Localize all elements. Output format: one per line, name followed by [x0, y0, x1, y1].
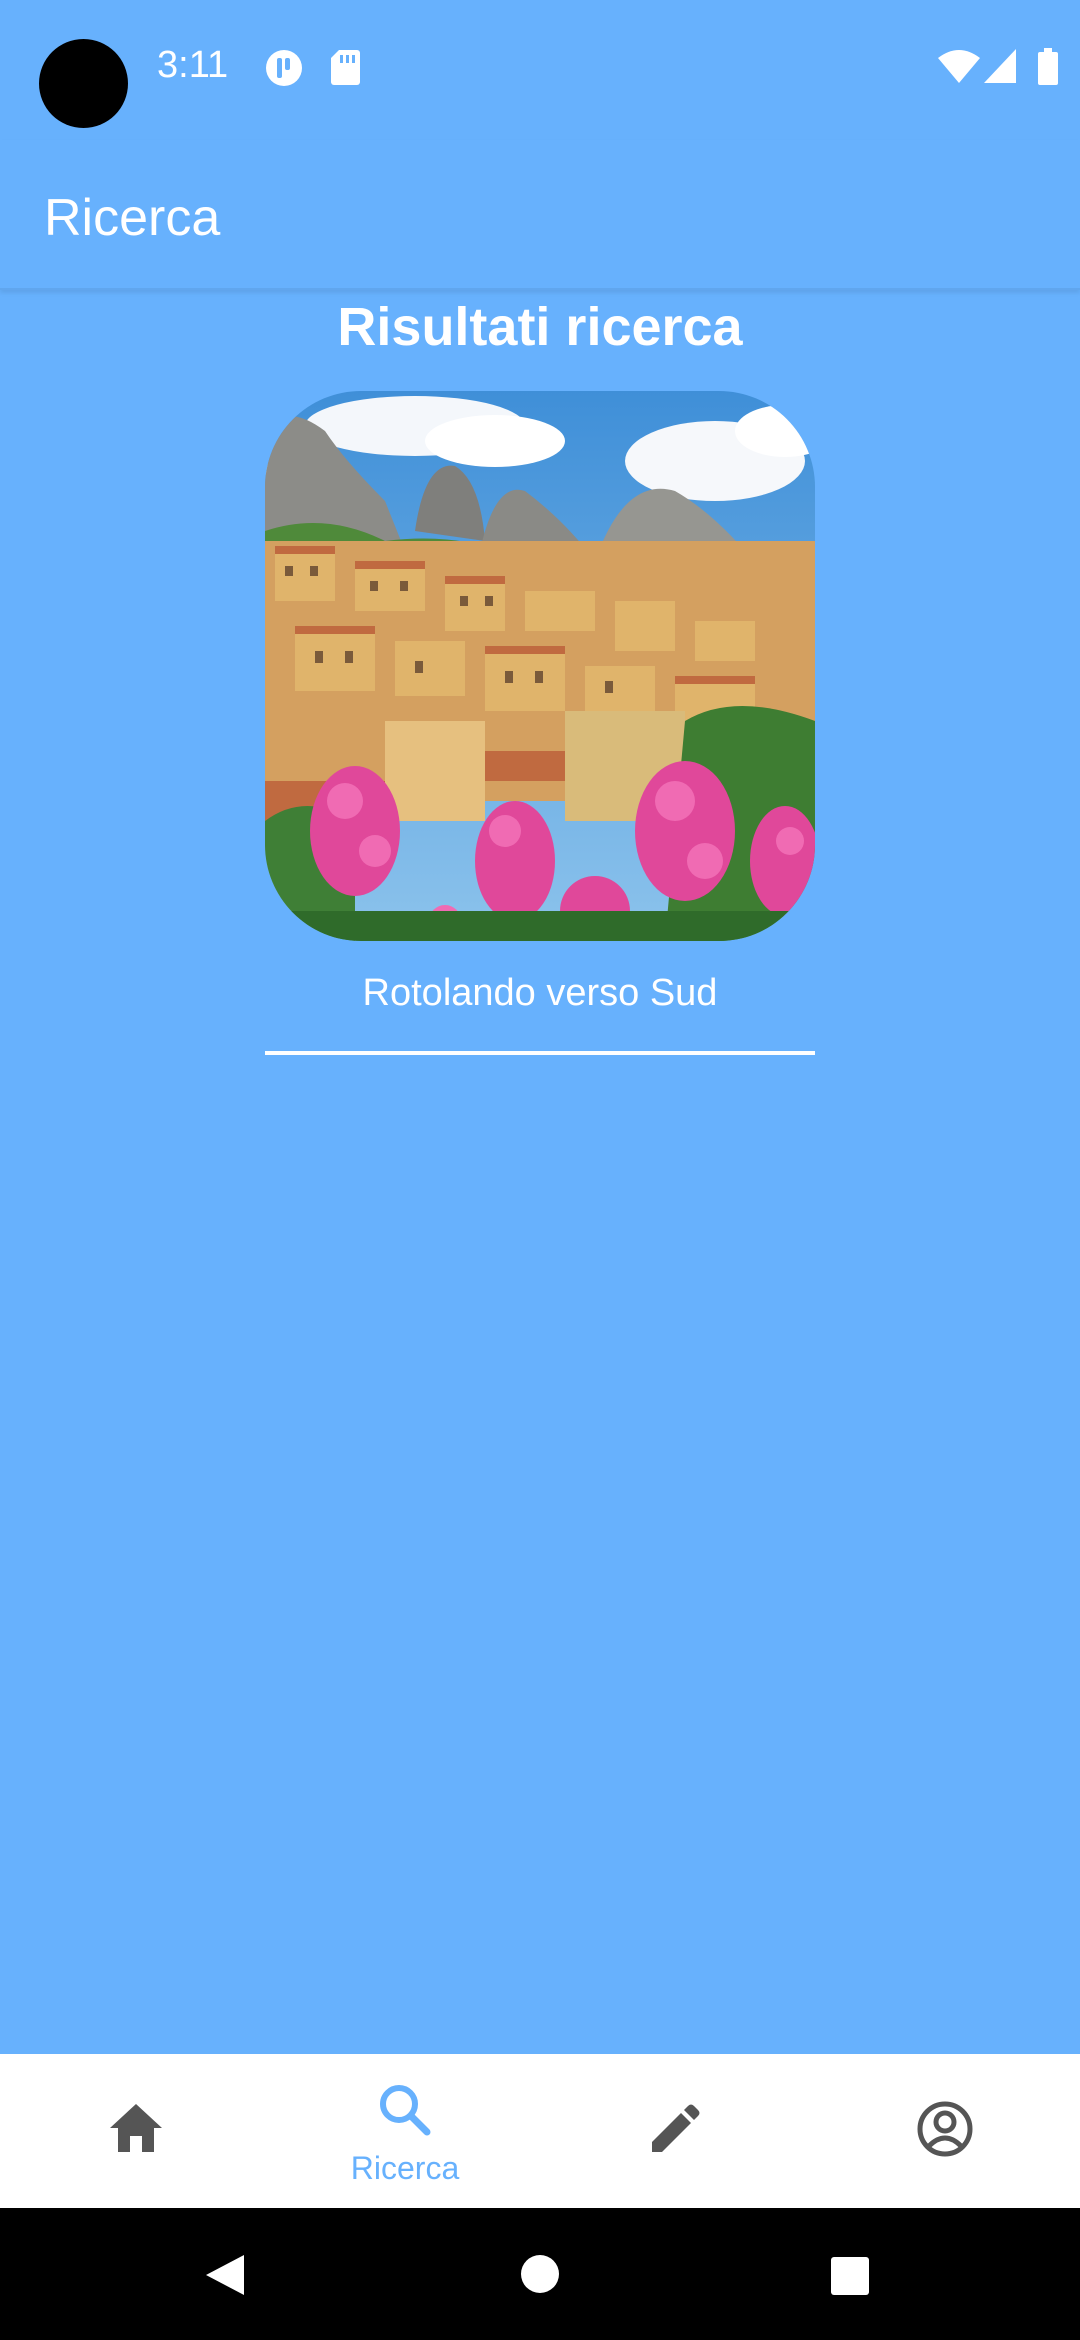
nav-item-profile[interactable]: [810, 2054, 1080, 2208]
notification-app-icon: [266, 50, 302, 86]
camera-cutout: [39, 39, 128, 128]
status-bar: 3:11: [0, 0, 1080, 140]
bottom-navigation: Ricerca: [0, 2054, 1080, 2208]
nav-item-search[interactable]: Ricerca: [270, 2054, 540, 2208]
page-title: Ricerca: [44, 189, 221, 247]
nav-label-search: Ricerca: [350, 2150, 460, 2186]
back-icon[interactable]: [204, 2253, 246, 2297]
nav-item-home[interactable]: [0, 2054, 270, 2208]
sd-card-icon: [331, 50, 360, 85]
nav-item-edit[interactable]: [540, 2054, 810, 2208]
pencil-icon: [652, 2104, 700, 2152]
result-image[interactable]: [265, 391, 815, 941]
result-title[interactable]: Rotolando verso Sud: [265, 972, 815, 1015]
wifi-icon: [938, 50, 980, 83]
signal-icon: [984, 49, 1016, 83]
screen: 3:11 Ricerca Risultati ricerca Rotolando…: [0, 0, 1080, 2340]
account-circle-icon: [917, 2101, 973, 2157]
status-time: 3:11: [157, 44, 229, 86]
system-navigation-bar: [0, 2208, 1080, 2340]
home-icon: [110, 2104, 162, 2152]
results-heading: Risultati ricerca: [337, 297, 743, 357]
hill-town-photo: [265, 391, 815, 941]
battery-icon: [1038, 48, 1058, 85]
app-bar: Ricerca: [0, 140, 1080, 290]
result-divider: [265, 1051, 815, 1055]
recents-icon[interactable]: [830, 2256, 870, 2296]
search-icon: [380, 2085, 431, 2136]
home-circle-icon[interactable]: [520, 2254, 560, 2294]
